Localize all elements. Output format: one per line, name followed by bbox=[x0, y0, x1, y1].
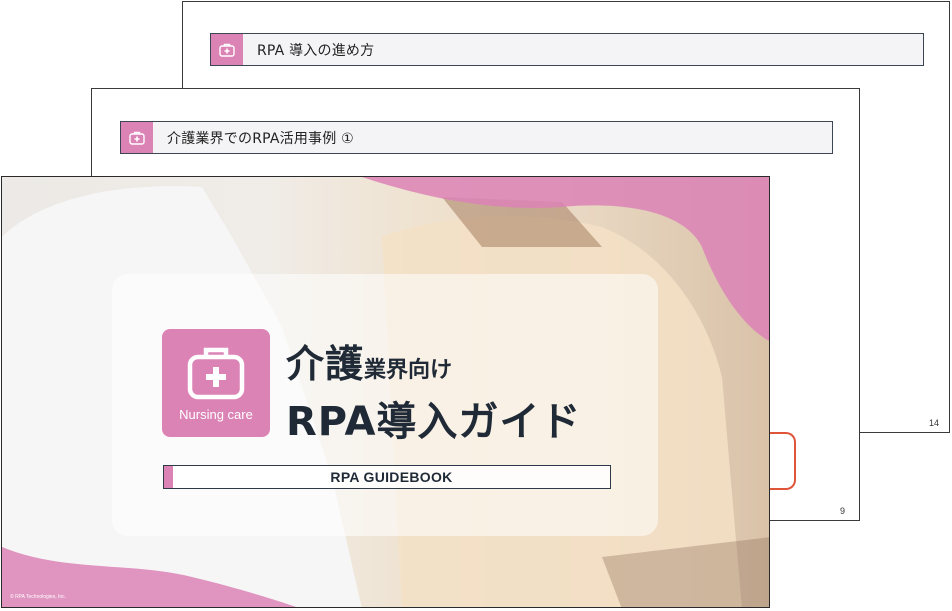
medical-kit-icon bbox=[129, 131, 145, 145]
guidebook-banner: RPA GUIDEBOOK bbox=[163, 465, 611, 489]
cover-title-line1: 介護業界向け bbox=[286, 333, 452, 388]
title-small-text: 業界向け bbox=[364, 358, 453, 383]
orange-frame-edge bbox=[770, 432, 796, 490]
slide-middle-page-number: 9 bbox=[839, 506, 845, 516]
slide-middle-header: 介護業界でのRPA活用事例 ① bbox=[120, 121, 833, 154]
cover-title-line2: RPA導入ガイド bbox=[286, 399, 582, 445]
title-big-text: 介護 bbox=[286, 342, 365, 386]
slide-middle-title: 介護業界でのRPA活用事例 ① bbox=[167, 130, 354, 147]
slide-back-header: RPA 導入の進め方 bbox=[210, 33, 924, 66]
guidebook-accent bbox=[164, 466, 173, 488]
copyright-text: © RPA Technologies, Inc. bbox=[10, 594, 67, 600]
header-icon-box bbox=[121, 122, 153, 153]
slide-front-cover[interactable]: Nursing care 介護業界向け RPA導入ガイド RPA GUIDEBO… bbox=[1, 176, 770, 608]
medical-kit-icon bbox=[187, 347, 245, 400]
nursing-care-label: Nursing care bbox=[179, 407, 253, 422]
nursing-care-badge: Nursing care bbox=[162, 329, 270, 437]
header-icon-box bbox=[211, 34, 243, 65]
guidebook-label: RPA GUIDEBOOK bbox=[330, 469, 453, 485]
slide-back-page-number: 14 bbox=[928, 418, 939, 428]
medical-kit-icon bbox=[219, 43, 235, 57]
slide-back-title: RPA 導入の進め方 bbox=[257, 42, 375, 59]
